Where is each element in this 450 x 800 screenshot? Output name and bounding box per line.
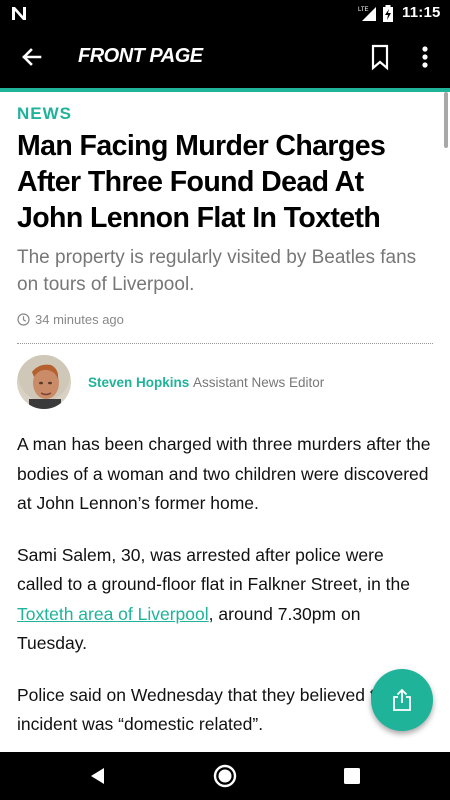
article-subheadline: The property is regularly visited by Bea… <box>17 247 417 295</box>
clock-icon <box>17 313 30 326</box>
paragraph-3: Police said on Wednesday that they belie… <box>17 684 395 735</box>
paragraph-2-text-before: Sami Salem, 30, was arrested after polic… <box>17 544 410 595</box>
paragraph-1: A man has been charged with three murder… <box>17 434 431 513</box>
author-name[interactable]: Steven Hopkins <box>88 375 189 390</box>
scrollbar[interactable] <box>444 92 448 148</box>
author-role: Assistant News Editor <box>193 375 325 390</box>
divider <box>17 343 433 344</box>
paragraph-2: Sami Salem, 30, was arrested after polic… <box>17 541 433 659</box>
toxteth-liverpool-link[interactable]: Toxteth area of Liverpool <box>17 604 209 624</box>
page-title: FRONT PAGE <box>78 45 203 67</box>
bookmark-icon[interactable] <box>368 42 392 72</box>
share-icon <box>393 688 411 711</box>
author-block: Steven Hopkins Assistant News Editor <box>17 355 433 421</box>
clock-time: 11:15 <box>402 4 441 21</box>
nav-home-icon[interactable] <box>213 764 237 788</box>
signal-icon: LTE <box>358 7 376 21</box>
article-headline: Man Facing Murder Charges After Three Fo… <box>17 130 386 234</box>
system-nav-bar <box>0 752 450 800</box>
app-bar: FRONT PAGE <box>0 26 450 88</box>
article-timestamp: 34 minutes ago <box>35 312 124 327</box>
section-label[interactable]: NEWS <box>17 104 433 124</box>
author-avatar[interactable] <box>17 355 71 409</box>
more-vert-icon[interactable] <box>415 42 435 72</box>
n-logo-icon <box>12 7 26 20</box>
back-arrow-icon[interactable] <box>18 43 46 71</box>
nav-back-icon[interactable] <box>86 764 110 788</box>
network-type: LTE <box>358 7 369 13</box>
article-content: NEWS Man Facing Murder Charges After Thr… <box>17 92 433 757</box>
battery-icon <box>383 5 393 22</box>
nav-recents-icon[interactable] <box>340 764 364 788</box>
status-bar: LTE 11:15 <box>0 0 450 26</box>
article-meta: 34 minutes ago <box>17 312 433 327</box>
share-button[interactable] <box>371 669 433 731</box>
